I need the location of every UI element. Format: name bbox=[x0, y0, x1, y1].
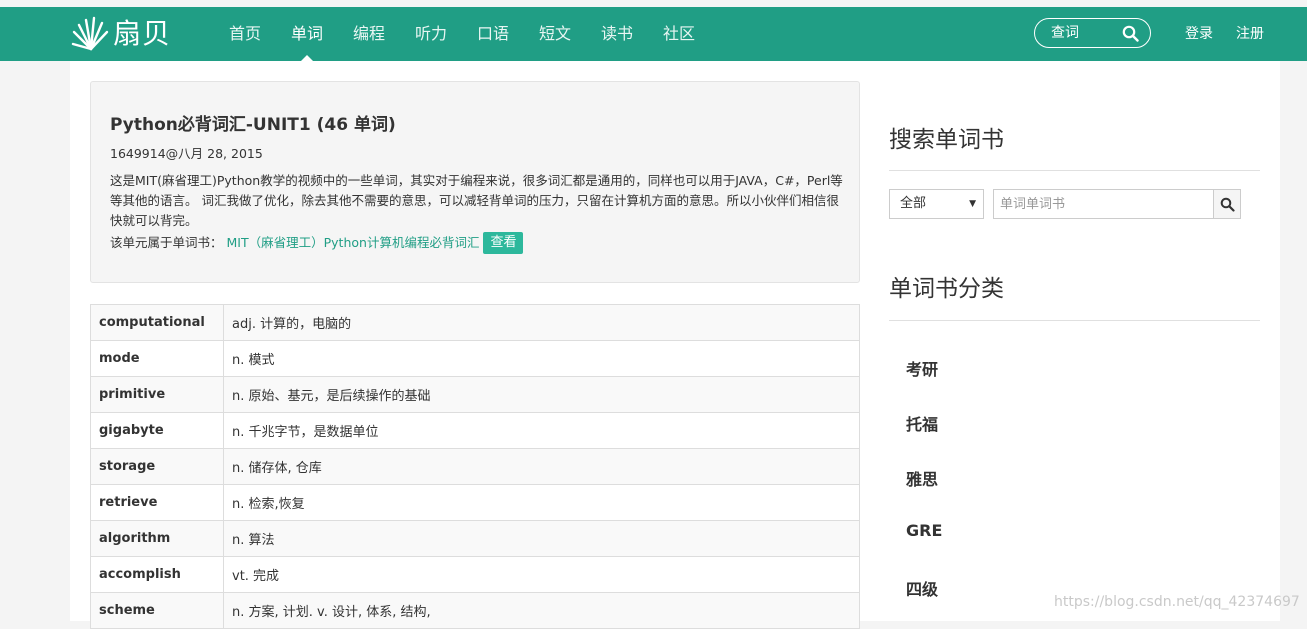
shell-logo-icon bbox=[71, 16, 109, 51]
unit-title: Python必背词汇-UNIT1 (46 单词) bbox=[110, 115, 396, 135]
table-row: scheme n. 方案, 计划. v. 设计, 体系, 结构, bbox=[90, 592, 860, 629]
meaning-cell: n. 检索,恢复 bbox=[223, 484, 860, 521]
view-button[interactable]: 查看 bbox=[483, 232, 524, 254]
main-container: Python必背词汇-UNIT1 (46 单词) 1649914@八月 28, … bbox=[70, 61, 1280, 629]
word-cell[interactable]: mode bbox=[90, 340, 224, 377]
category-item[interactable]: GRE bbox=[906, 521, 942, 540]
table-row: storage n. 储存体, 仓库 bbox=[90, 448, 860, 485]
unit-meta: 1649914@八月 28, 2015 bbox=[110, 146, 263, 161]
scope-select[interactable]: 全部 ▼ bbox=[889, 189, 984, 219]
nav-community[interactable]: 社区 bbox=[662, 7, 696, 61]
nav-speaking[interactable]: 口语 bbox=[476, 7, 510, 61]
logo-text: 扇贝 bbox=[113, 17, 172, 50]
meaning-cell: n. 千兆字节，是数据单位 bbox=[223, 412, 860, 449]
word-cell[interactable]: algorithm bbox=[90, 520, 224, 557]
nav-home[interactable]: 首页 bbox=[228, 7, 262, 61]
word-cell[interactable]: storage bbox=[90, 448, 224, 485]
word-table: computational adj. 计算的，电脑的 mode n. 模式 prim… bbox=[90, 304, 860, 629]
nav-articles[interactable]: 短文 bbox=[538, 7, 572, 61]
category-item[interactable]: 四级 bbox=[906, 576, 938, 600]
table-row: mode n. 模式 bbox=[90, 340, 860, 377]
meaning-cell: n. 储存体, 仓库 bbox=[223, 448, 860, 485]
table-row: retrieve n. 检索,恢复 bbox=[90, 484, 860, 521]
search-icon bbox=[1220, 197, 1235, 212]
search-books-heading: 搜索单词书 bbox=[889, 127, 1004, 153]
wordbook-search-button[interactable] bbox=[1213, 189, 1241, 219]
scope-select-value: 全部 bbox=[900, 196, 927, 211]
word-cell[interactable]: computational bbox=[90, 304, 224, 341]
divider bbox=[889, 320, 1260, 321]
divider bbox=[889, 170, 1260, 171]
categories-heading: 单词书分类 bbox=[889, 276, 1004, 302]
caret-down-icon: ▼ bbox=[969, 199, 976, 209]
nav-programming[interactable]: 编程 bbox=[352, 7, 386, 61]
category-item[interactable]: 考研 bbox=[906, 356, 938, 380]
login-link[interactable]: 登录 bbox=[1185, 7, 1213, 61]
nav-words[interactable]: 单词 bbox=[290, 7, 324, 61]
category-item[interactable]: 雅思 bbox=[906, 466, 938, 490]
word-cell[interactable]: accomplish bbox=[90, 556, 224, 593]
watermark-text: https://blog.csdn.net/qq_42374697 bbox=[1054, 594, 1300, 610]
unit-info-card: Python必背词汇-UNIT1 (46 单词) 1649914@八月 28, … bbox=[90, 81, 860, 283]
table-row: gigabyte n. 千兆字节，是数据单位 bbox=[90, 412, 860, 449]
wordbook-search-input[interactable] bbox=[993, 189, 1214, 219]
word-cell[interactable]: scheme bbox=[90, 592, 224, 629]
word-cell[interactable]: gigabyte bbox=[90, 412, 224, 449]
top-navbar: 扇贝 首页 单词 编程 听力 口语 短文 读书 社区 查词 登录 注册 bbox=[0, 7, 1307, 61]
meaning-cell: vt. 完成 bbox=[223, 556, 860, 593]
table-row: accomplish vt. 完成 bbox=[90, 556, 860, 593]
wordbook-link[interactable]: MIT（麻省理工）Python计算机编程必背词汇 bbox=[227, 235, 480, 250]
site-logo[interactable]: 扇贝 bbox=[71, 13, 181, 55]
table-row: computational adj. 计算的，电脑的 bbox=[90, 304, 860, 341]
header-search-label: 查词 bbox=[1051, 25, 1079, 41]
table-row: algorithm n. 算法 bbox=[90, 520, 860, 557]
category-item[interactable]: 托福 bbox=[906, 411, 938, 435]
meaning-cell: n. 算法 bbox=[223, 520, 860, 557]
word-cell[interactable]: retrieve bbox=[90, 484, 224, 521]
nav-words-label: 单词 bbox=[290, 24, 323, 43]
unit-description: 这是MIT(麻省理工)Python教学的视频中的一些单词，其实对于编程来说，很多… bbox=[110, 173, 843, 228]
nav-listening[interactable]: 听力 bbox=[414, 7, 448, 61]
unit-book-line: 该单元属于单词书： MIT（麻省理工）Python计算机编程必背词汇 查看 bbox=[110, 232, 524, 254]
header-word-search[interactable]: 查词 bbox=[1034, 18, 1151, 48]
table-row: primitive n. 原始、基元，是后续操作的基础 bbox=[90, 376, 860, 413]
register-link[interactable]: 注册 bbox=[1236, 7, 1264, 61]
meaning-cell: n. 原始、基元，是后续操作的基础 bbox=[223, 376, 860, 413]
word-cell[interactable]: primitive bbox=[90, 376, 224, 413]
search-icon[interactable] bbox=[1122, 25, 1139, 42]
meaning-cell: n. 方案, 计划. v. 设计, 体系, 结构, bbox=[223, 592, 860, 629]
meaning-cell: n. 模式 bbox=[223, 340, 860, 377]
belongs-label: 该单元属于单词书： bbox=[110, 235, 223, 250]
nav-reading[interactable]: 读书 bbox=[600, 7, 634, 61]
meaning-cell: adj. 计算的，电脑的 bbox=[223, 304, 860, 341]
